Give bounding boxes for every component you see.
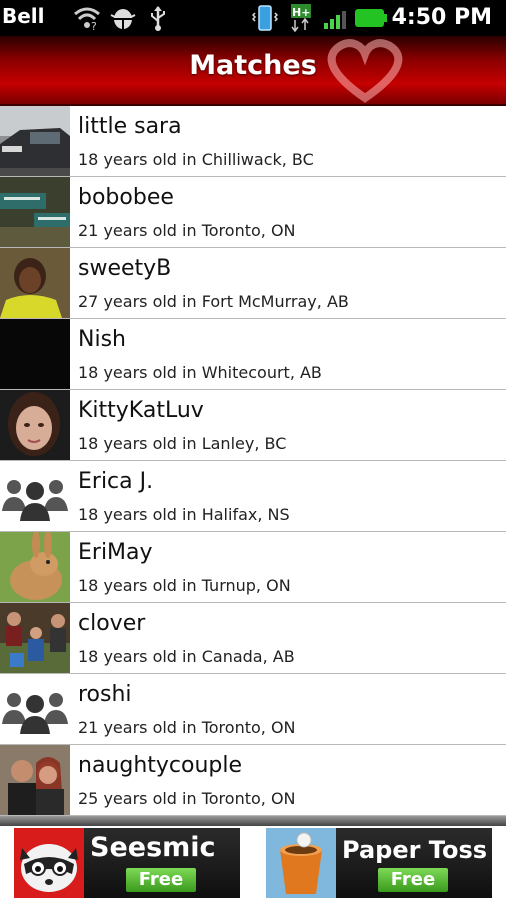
list-item[interactable]: KittyKatLuv 18 years old in Lanley, BC — [0, 390, 506, 461]
default-avatar-icon — [0, 674, 70, 744]
match-info: 18 years old in Whitecourt, AB — [78, 363, 322, 382]
list-item[interactable]: EriMay 18 years old in Turnup, ON — [0, 532, 506, 603]
match-info: 21 years old in Toronto, ON — [78, 718, 296, 737]
status-bar: Bell ? H+ 4:50 PM — [0, 0, 506, 36]
svg-text:?: ? — [91, 20, 97, 30]
network-hplus-icon: H+ — [288, 4, 316, 32]
match-name: bobobee — [78, 185, 174, 210]
list-item[interactable]: clover 18 years old in Canada, AB — [0, 603, 506, 674]
android-debug-icon — [108, 5, 138, 31]
page-title: Matches — [189, 50, 317, 81]
default-avatar-icon — [0, 461, 70, 531]
couple-photo — [0, 745, 70, 815]
list-item[interactable]: roshi 21 years old in Toronto, ON — [0, 674, 506, 745]
ad-seesmic[interactable]: Seesmic Free — [14, 828, 240, 898]
usb-icon — [146, 5, 170, 31]
match-name: EriMay — [78, 540, 153, 565]
match-info: 18 years old in Chilliwack, BC — [78, 150, 314, 169]
match-info: 25 years old in Toronto, ON — [78, 789, 296, 808]
match-name: little sara — [78, 114, 182, 139]
match-info: 18 years old in Canada, AB — [78, 647, 295, 666]
app-header: Matches — [0, 36, 506, 106]
list-item[interactable]: Erica J. 18 years old in Halifax, NS — [0, 461, 506, 532]
match-info: 21 years old in Toronto, ON — [78, 221, 296, 240]
trash-can-icon — [266, 828, 336, 898]
street-sign-photo — [0, 177, 70, 247]
ad-paper-toss[interactable]: Paper Toss Free — [266, 828, 492, 898]
matches-list: little sara 18 years old in Chilliwack, … — [0, 106, 506, 816]
ad-banner: Seesmic Free Paper Toss Free — [0, 826, 506, 900]
face-photo — [0, 390, 70, 460]
person-photo — [0, 248, 70, 318]
match-name: KittyKatLuv — [78, 398, 204, 423]
match-info: 27 years old in Fort McMurray, AB — [78, 292, 349, 311]
list-item[interactable]: little sara 18 years old in Chilliwack, … — [0, 106, 506, 177]
match-name: sweetyB — [78, 256, 172, 281]
match-name: roshi — [78, 682, 132, 707]
list-item[interactable]: bobobee 21 years old in Toronto, ON — [0, 177, 506, 248]
raccoon-icon — [14, 828, 84, 898]
dark-photo — [0, 319, 70, 389]
match-info: 18 years old in Turnup, ON — [78, 576, 291, 595]
group-photo — [0, 603, 70, 673]
battery-icon — [354, 5, 388, 31]
clock: 4:50 PM — [391, 5, 492, 30]
list-item[interactable]: Nish 18 years old in Whitecourt, AB — [0, 319, 506, 390]
wifi-question-icon: ? — [72, 5, 102, 31]
phone-vibrate-icon — [252, 5, 278, 31]
match-info: 18 years old in Halifax, NS — [78, 505, 290, 524]
bunny-photo — [0, 532, 70, 602]
match-name: Erica J. — [78, 469, 154, 494]
list-bottom-divider — [0, 816, 506, 826]
list-item[interactable]: sweetyB 27 years old in Fort McMurray, A… — [0, 248, 506, 319]
signal-icon — [322, 5, 352, 31]
list-item[interactable]: naughtycouple 25 years old in Toronto, O… — [0, 745, 506, 816]
ad-title: Paper Toss — [342, 836, 488, 864]
match-info: 18 years old in Lanley, BC — [78, 434, 287, 453]
free-badge: Free — [126, 868, 196, 892]
match-name: naughtycouple — [78, 753, 243, 778]
carrier-name: Bell — [2, 4, 45, 28]
car-photo — [0, 106, 70, 176]
free-badge: Free — [378, 868, 448, 892]
svg-text:H+: H+ — [292, 6, 310, 19]
ad-title: Seesmic — [90, 832, 216, 863]
match-name: Nish — [78, 327, 126, 352]
match-name: clover — [78, 611, 146, 636]
